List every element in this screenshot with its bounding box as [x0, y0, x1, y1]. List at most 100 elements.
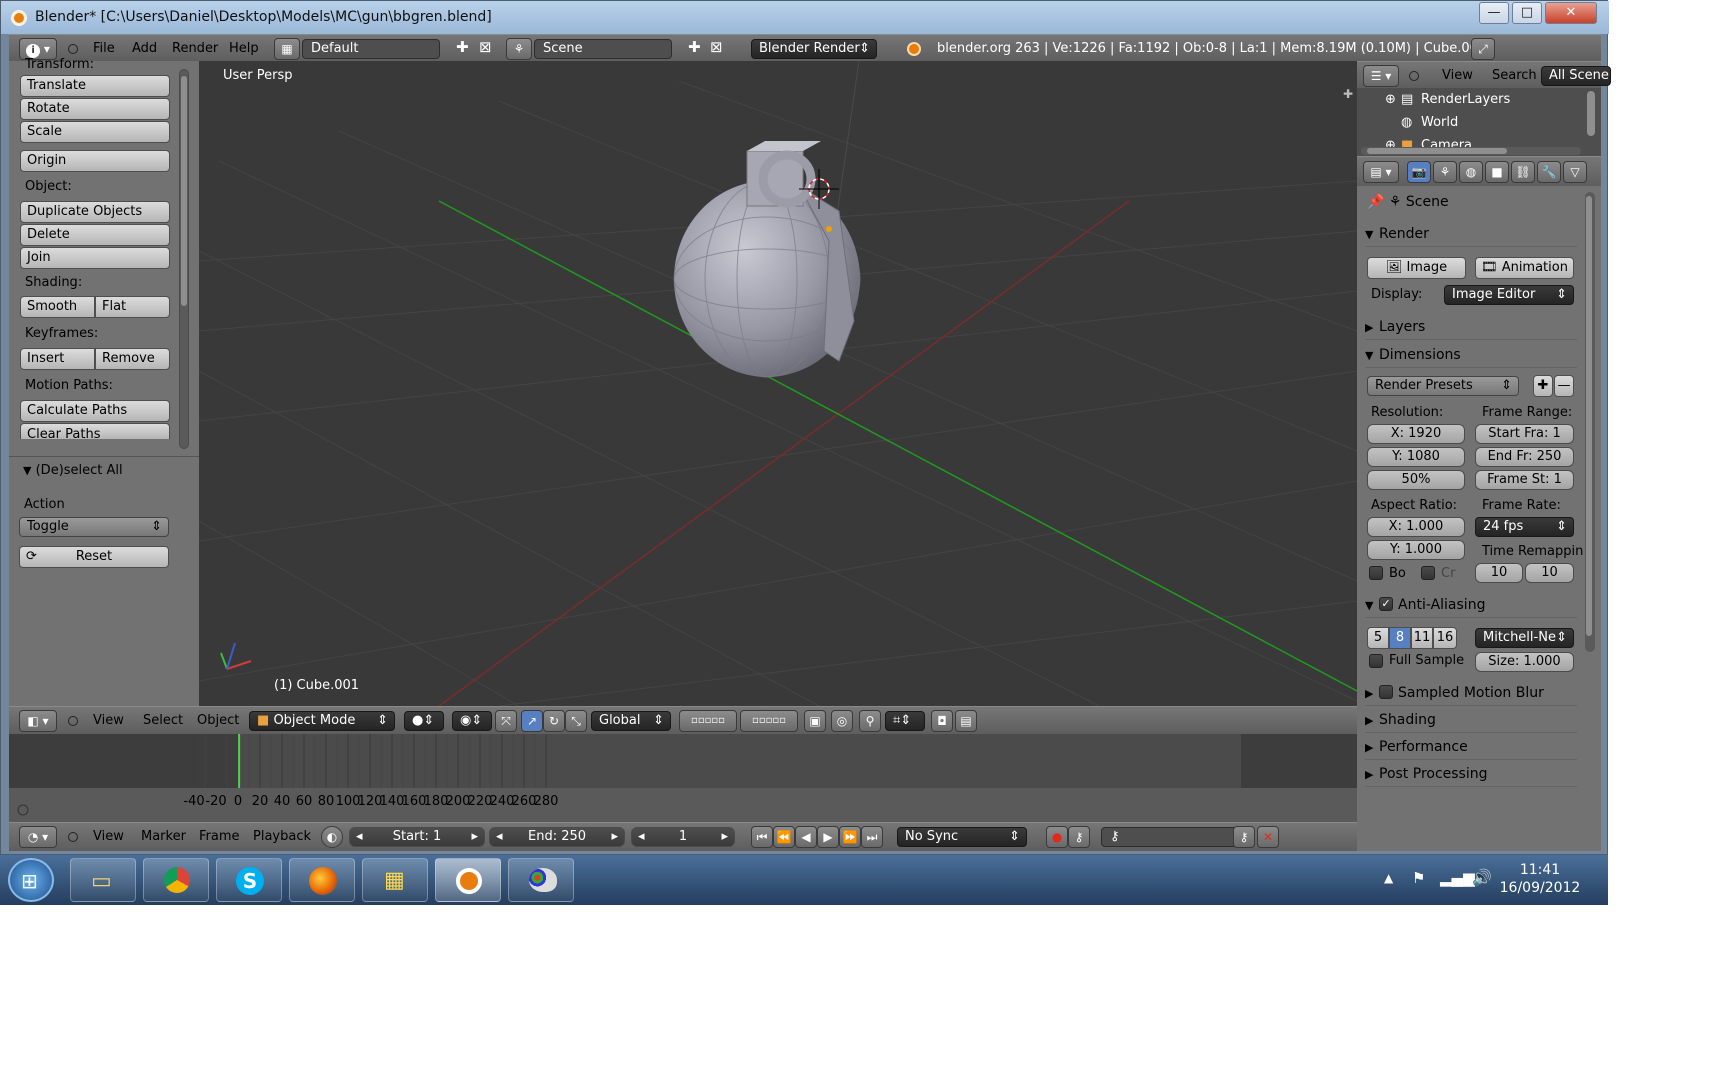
- delete-button[interactable]: Delete: [20, 224, 170, 246]
- outliner-v-scrollbar[interactable]: [1587, 91, 1595, 136]
- frame-step-field[interactable]: Frame St: 1: [1475, 470, 1574, 490]
- clear-paths-button[interactable]: Clear Paths: [20, 423, 170, 439]
- editor-type-outliner-button[interactable]: ☰ ▾: [1363, 65, 1399, 87]
- frame-rate-dropdown[interactable]: 24 fps ⇕: [1475, 517, 1574, 537]
- aa-samples-11-button[interactable]: 11: [1411, 627, 1433, 649]
- editor-type-timeline-button[interactable]: ◔ ▾: [19, 826, 57, 848]
- rotate-button[interactable]: Rotate: [20, 98, 170, 120]
- aspect-x-field[interactable]: X: 1.000: [1367, 517, 1465, 537]
- show-hidden-icons[interactable]: ▲: [1384, 871, 1393, 885]
- fullscreen-icon[interactable]: ⤢: [1471, 38, 1495, 60]
- duplicate-objects-button[interactable]: Duplicate Objects: [20, 201, 170, 223]
- object-mode-dropdown[interactable]: ■ Object Mode ⇕: [249, 711, 395, 731]
- scene-field[interactable]: Scene: [534, 39, 672, 59]
- reset-button[interactable]: ⟳ Reset: [19, 546, 169, 568]
- menu-playback[interactable]: Playback: [253, 829, 311, 844]
- remove-preset-button[interactable]: —: [1554, 375, 1574, 397]
- start-button[interactable]: ⊞: [8, 858, 54, 902]
- add-preset-button[interactable]: ✚: [1533, 375, 1553, 397]
- network-icon[interactable]: ▂▄▆: [1440, 869, 1475, 887]
- render-presets-dropdown[interactable]: Render Presets ⇕: [1367, 376, 1519, 396]
- time-remap-new-field[interactable]: 10: [1525, 563, 1574, 583]
- play-reverse-icon[interactable]: ◀: [795, 826, 817, 848]
- anti-aliasing-checkbox[interactable]: ✓: [1379, 597, 1393, 611]
- outliner-h-scrollbar[interactable]: [1361, 147, 1581, 155]
- viewport-shading-dropdown[interactable]: ●⇕: [404, 711, 444, 731]
- add-screen-icon[interactable]: ✚: [456, 38, 469, 56]
- properties-scrollbar[interactable]: [1585, 192, 1595, 652]
- sync-mode-dropdown[interactable]: No Sync ⇕: [897, 827, 1027, 847]
- taskbar-python[interactable]: ▦: [362, 858, 428, 902]
- close-button[interactable]: ✕: [1545, 2, 1597, 24]
- pin-icon[interactable]: 📌: [1367, 194, 1384, 210]
- taskbar-explorer[interactable]: ▭: [70, 858, 136, 902]
- proportional-edit-icon[interactable]: ◎: [831, 710, 853, 732]
- delete-scene-icon[interactable]: ⊠: [710, 38, 723, 56]
- menu-render[interactable]: Render: [172, 41, 218, 56]
- insert-keyframe-button[interactable]: Insert: [20, 348, 95, 370]
- editor-type-properties-button[interactable]: ▤ ▾: [1363, 161, 1399, 183]
- menu-help[interactable]: Help: [229, 41, 259, 56]
- remove-keyframe-button[interactable]: Remove: [95, 348, 170, 370]
- crop-checkbox[interactable]: [1421, 566, 1435, 580]
- 3d-viewport[interactable]: User Persp (1) Cube.001 ✚: [199, 61, 1357, 706]
- start-frame-field[interactable]: ◂ Start: 1 ▸: [349, 827, 485, 847]
- snap-element-dropdown[interactable]: ⌗⇕: [885, 711, 925, 731]
- editor-type-3dview-button[interactable]: ◧ ▾: [19, 710, 57, 732]
- pivot-point-dropdown[interactable]: ◉⇕: [452, 711, 492, 731]
- aa-filter-dropdown[interactable]: Mitchell-Ne ⇕: [1475, 628, 1574, 648]
- aa-filter-size-field[interactable]: Size: 1.000: [1475, 652, 1574, 672]
- layer-buttons-1[interactable]: ▫▫▫▫▫: [679, 710, 737, 732]
- add-scene-icon[interactable]: ✚: [688, 38, 701, 56]
- tool-shelf-scrollbar[interactable]: [179, 69, 189, 449]
- menu-frame[interactable]: Frame: [199, 829, 240, 844]
- taskbar-paint[interactable]: [508, 858, 574, 902]
- menu-view[interactable]: View: [1442, 68, 1473, 83]
- taskbar-chrome[interactable]: [143, 858, 209, 902]
- current-frame-field[interactable]: ◂ 1 ▸: [631, 827, 735, 847]
- start-frame-field[interactable]: Start Fra: 1: [1475, 424, 1574, 444]
- outliner-row-renderlayers[interactable]: ⊕ ▤ RenderLayers: [1357, 89, 1601, 111]
- time-remap-old-field[interactable]: 10: [1475, 563, 1523, 583]
- outliner-filter-dropdown[interactable]: All Scene: [1541, 66, 1611, 86]
- render-panel-header[interactable]: ▼ Render: [1365, 221, 1577, 247]
- sampled-motion-blur-panel-header[interactable]: ▶ Sampled Motion Blur: [1365, 680, 1577, 706]
- render-animation-icon[interactable]: ▤: [955, 710, 977, 732]
- outliner-row-camera[interactable]: ⊕ ■ Camera: [1357, 135, 1601, 147]
- flat-button[interactable]: Flat: [95, 296, 170, 318]
- collapse-menus-icon[interactable]: [68, 832, 78, 842]
- menu-file[interactable]: File: [93, 41, 115, 56]
- motion-blur-checkbox[interactable]: [1379, 685, 1393, 699]
- render-animation-button[interactable]: 🎞 Animation: [1475, 257, 1574, 279]
- end-frame-field[interactable]: ◂ End: 250 ▸: [489, 827, 625, 847]
- manipulator-toggle-icon[interactable]: ⤧: [495, 710, 517, 732]
- modifiers-context-icon[interactable]: 🔧: [1537, 161, 1561, 183]
- object-context-icon[interactable]: ■: [1485, 161, 1509, 183]
- layer-lock-icon[interactable]: ▣: [804, 710, 826, 732]
- outliner-row-world[interactable]: ◍ World: [1357, 112, 1601, 134]
- volume-icon[interactable]: 🔊: [1472, 868, 1492, 887]
- menu-add[interactable]: Add: [132, 41, 157, 56]
- taskbar-blender[interactable]: [435, 858, 501, 902]
- constraints-context-icon[interactable]: ⛓: [1511, 161, 1535, 183]
- end-frame-field[interactable]: End Fr: 250: [1475, 447, 1574, 467]
- transform-orientation-dropdown[interactable]: Global ⇕: [591, 711, 671, 731]
- render-image-button[interactable]: 🖼 Image: [1367, 257, 1466, 279]
- scrollbar-thumb[interactable]: [181, 76, 187, 306]
- join-button[interactable]: Join: [20, 247, 170, 269]
- region-expand-icon[interactable]: ✚: [1343, 87, 1353, 101]
- translate-manipulator-icon[interactable]: ↗: [521, 710, 543, 732]
- scrollbar-thumb[interactable]: [1586, 196, 1592, 636]
- world-context-icon[interactable]: ◍: [1459, 161, 1483, 183]
- scale-manipulator-icon[interactable]: ⤡: [565, 710, 587, 732]
- full-sample-checkbox[interactable]: [1369, 654, 1383, 668]
- menu-search[interactable]: Search: [1492, 68, 1537, 83]
- resolution-percentage-field[interactable]: 50%: [1367, 470, 1465, 490]
- expand-icon[interactable]: ⊕: [1385, 138, 1396, 147]
- taskbar-skype[interactable]: S: [216, 858, 282, 902]
- insert-keyframe-icon[interactable]: ⚷: [1233, 826, 1255, 848]
- menu-view[interactable]: View: [93, 829, 124, 844]
- display-dropdown[interactable]: Image Editor ⇕: [1444, 285, 1574, 305]
- post-processing-panel-header[interactable]: ▶ Post Processing: [1365, 761, 1577, 787]
- collapse-menus-icon[interactable]: [1409, 71, 1419, 81]
